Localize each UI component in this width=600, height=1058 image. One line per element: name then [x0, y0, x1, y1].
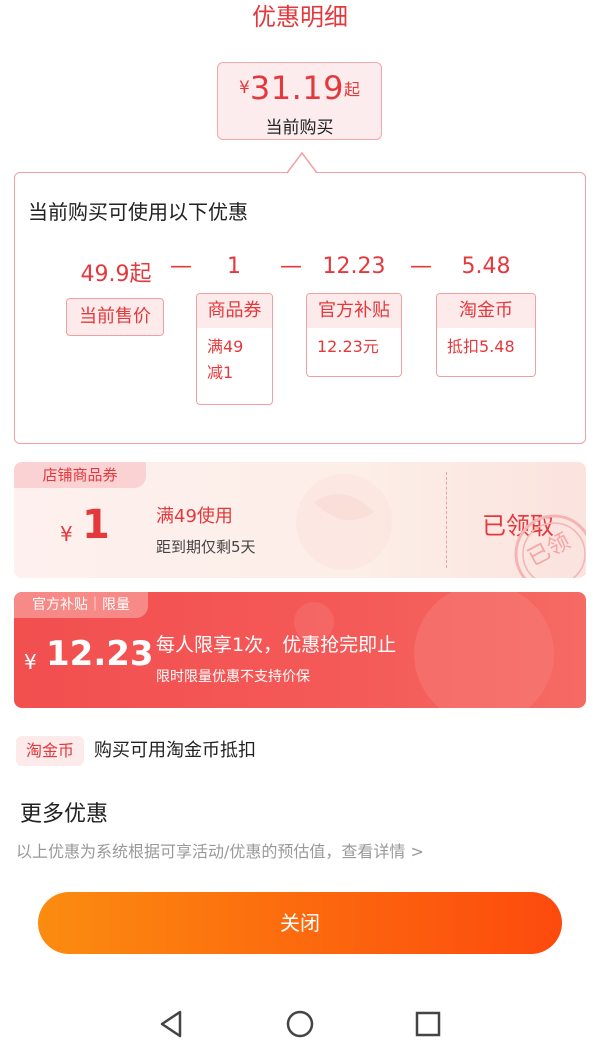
breakdown-heading: 当前购买可使用以下优惠: [28, 200, 248, 224]
coupon-condition: 满49使用: [156, 506, 233, 527]
close-button[interactable]: 关闭: [38, 892, 562, 954]
current-price-tag: 当前售价: [66, 298, 164, 336]
price-summary: ¥31.19起 当前购买: [217, 62, 382, 140]
subsidy-amount: 12.23: [46, 634, 154, 674]
taojinbi-value: 5.48: [461, 254, 511, 279]
taojinbi-tag-detail: 抵扣5.48: [447, 337, 515, 356]
taojinbi-text: 购买可用淘金币抵扣: [94, 740, 256, 761]
subsidy-tag-label: 官方补贴: [307, 294, 401, 328]
subsidy-type-tag: 官方补贴｜限量: [14, 592, 148, 618]
official-subsidy-card[interactable]: 官方补贴｜限量 ¥ 12.23 每人限享1次，优惠抢完即止 限时限量优惠不支持价…: [14, 592, 586, 708]
taojinbi-tag: 淘金币 抵扣5.48: [436, 293, 536, 377]
coupon-tag-detail: 满49 减1: [197, 328, 272, 392]
minus-operator: —: [410, 254, 432, 279]
price-label: 当前购买: [265, 118, 334, 138]
coupon-divider: [446, 472, 447, 568]
current-price-tag-label: 当前售价: [79, 306, 151, 327]
price-amount: 31.19: [249, 69, 344, 107]
price-line: ¥31.19起: [218, 69, 381, 107]
subsidy-tag: 官方补贴 12.23元: [306, 293, 402, 377]
store-coupon-card[interactable]: 店铺商品券 ¥ 1 满49使用 距到期仅剩5天 已领取 已领: [14, 462, 586, 578]
back-icon[interactable]: [154, 1006, 190, 1042]
price-currency: ¥: [239, 78, 250, 98]
system-nav-bar: [0, 990, 600, 1058]
subsidy-value: 12.23: [322, 254, 386, 279]
coupon-expiry: 距到期仅剩5天: [156, 538, 256, 556]
claimed-stamp-icon: 已领: [512, 512, 586, 578]
coupon-value: 1: [227, 254, 241, 279]
page-title: 优惠明细: [252, 3, 348, 31]
coupon-tag-label: 商品券: [197, 294, 272, 328]
coupon-detail-line: 减1: [207, 363, 234, 382]
subsidy-currency: ¥: [24, 650, 37, 674]
subsidy-note: 限时限量优惠不支持价保: [156, 669, 310, 685]
coupon-type-tag: 店铺商品券: [14, 462, 146, 488]
more-discounts-note-link[interactable]: 以上优惠为系统根据可享活动/优惠的预估值，查看详情 >: [16, 838, 424, 862]
coupon-detail-line: 满49: [207, 337, 244, 356]
minus-operator: —: [170, 254, 192, 279]
coupon-currency: ¥: [60, 522, 73, 546]
current-price-value: 49.9起: [80, 262, 152, 287]
home-icon[interactable]: [282, 1006, 318, 1042]
more-discounts-title: 更多优惠: [20, 802, 109, 827]
subsidy-tag-detail: 12.23元: [317, 337, 379, 356]
minus-operator: —: [280, 254, 302, 279]
taojinbi-tag-label: 淘金币: [437, 294, 535, 328]
coupon-amount: 1: [82, 502, 110, 548]
subsidy-main-text: 每人限享1次，优惠抢完即止: [156, 634, 397, 656]
price-suffix: 起: [343, 80, 360, 99]
taojinbi-badge: 淘金币: [16, 736, 84, 766]
coupon-tag: 商品券 满49 减1: [196, 293, 273, 405]
recents-icon[interactable]: [410, 1006, 446, 1042]
